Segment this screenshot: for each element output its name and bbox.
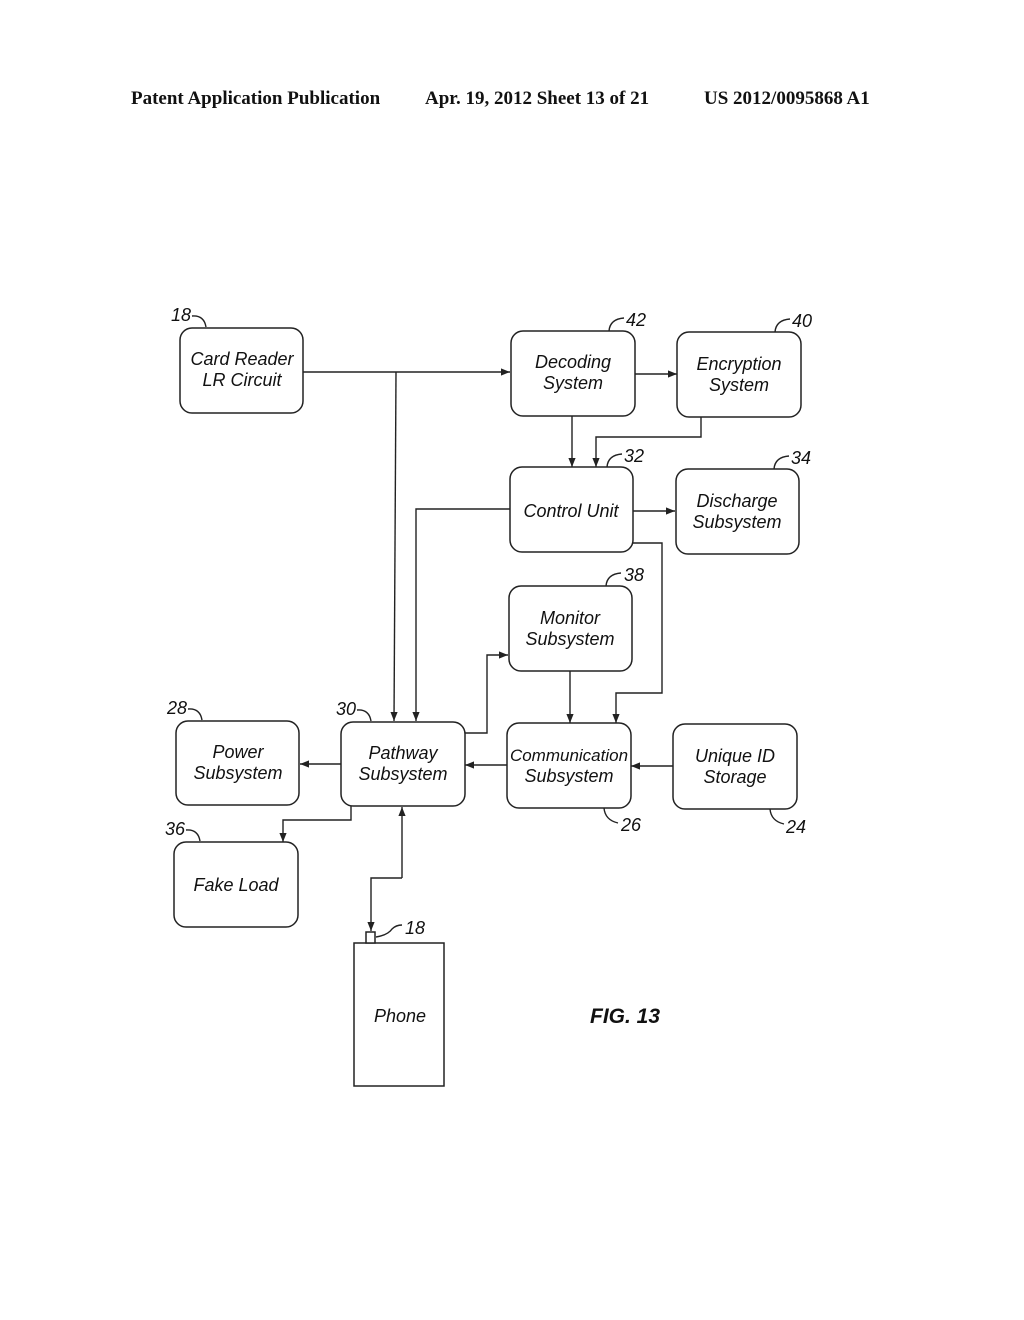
block-label: Monitor [540,608,601,628]
wire-pathway-monitor [465,651,508,734]
block-label: Subsystem [525,629,614,649]
reference-numeral: 38 [624,565,644,585]
reference-numeral: 18 [171,305,191,325]
block-control-unit: Control Unit 32 [509,446,644,553]
block-encryption-system: Encryption System 40 [676,311,812,418]
block-diagram: Card Reader LR Circuit 18 Decoding Syste… [165,305,812,1087]
wire-encryption-control [592,417,702,467]
reference-numeral: 34 [791,448,811,468]
block-label: Communication [510,746,628,765]
block-phone: Phone 18 [353,918,445,1087]
wire-control-pathway [412,508,510,721]
reference-numeral: 30 [336,699,356,719]
phone-connector [365,931,376,944]
reference-numeral: 40 [792,311,812,331]
reference-numeral: 26 [620,815,642,835]
block-label: Unique ID [695,746,775,766]
block-power-subsystem: Power Subsystem 28 [166,698,300,806]
block-label: Control Unit [523,501,619,521]
block-fake-load: Fake Load 36 [165,819,299,928]
reference-numeral: 28 [166,698,187,718]
block-card-reader: Card Reader LR Circuit 18 [171,305,304,414]
block-monitor-subsystem: Monitor Subsystem 38 [508,565,644,672]
block-label: Subsystem [524,766,613,786]
block-label: Power [212,742,264,762]
block-pathway-subsystem: Pathway Subsystem 30 [336,699,466,807]
block-label: Pathway [368,743,438,763]
block-label: Subsystem [193,763,282,783]
block-label: System [709,375,769,395]
block-decoding-system: Decoding System 42 [510,310,646,417]
wire-cardreader-pathway [390,371,398,722]
reference-numeral: 42 [626,310,646,330]
reference-numeral: 24 [785,817,806,837]
wire-pathway-fakeload [279,806,352,842]
block-unique-id-storage: Unique ID Storage 24 [672,723,806,837]
block-label: Discharge [696,491,777,511]
block-label: Decoding [535,352,611,372]
block-label: Phone [374,1006,426,1026]
block-label: Fake Load [193,875,279,895]
block-label: Storage [703,767,766,787]
figure-label: FIG. 13 [590,1005,660,1028]
wire-pathway-phone [367,877,402,931]
reference-numeral: 18 [405,918,425,938]
block-communication-subsystem: Communication Subsystem 26 [506,722,642,835]
block-label: System [543,373,603,393]
block-label: Encryption [696,354,781,374]
block-label: Subsystem [692,512,781,532]
block-label: LR Circuit [202,370,282,390]
reference-numeral: 32 [624,446,644,466]
block-label: Subsystem [358,764,447,784]
block-label: Card Reader [190,349,294,369]
block-discharge-subsystem: Discharge Subsystem 34 [675,448,811,555]
reference-numeral: 36 [165,819,186,839]
